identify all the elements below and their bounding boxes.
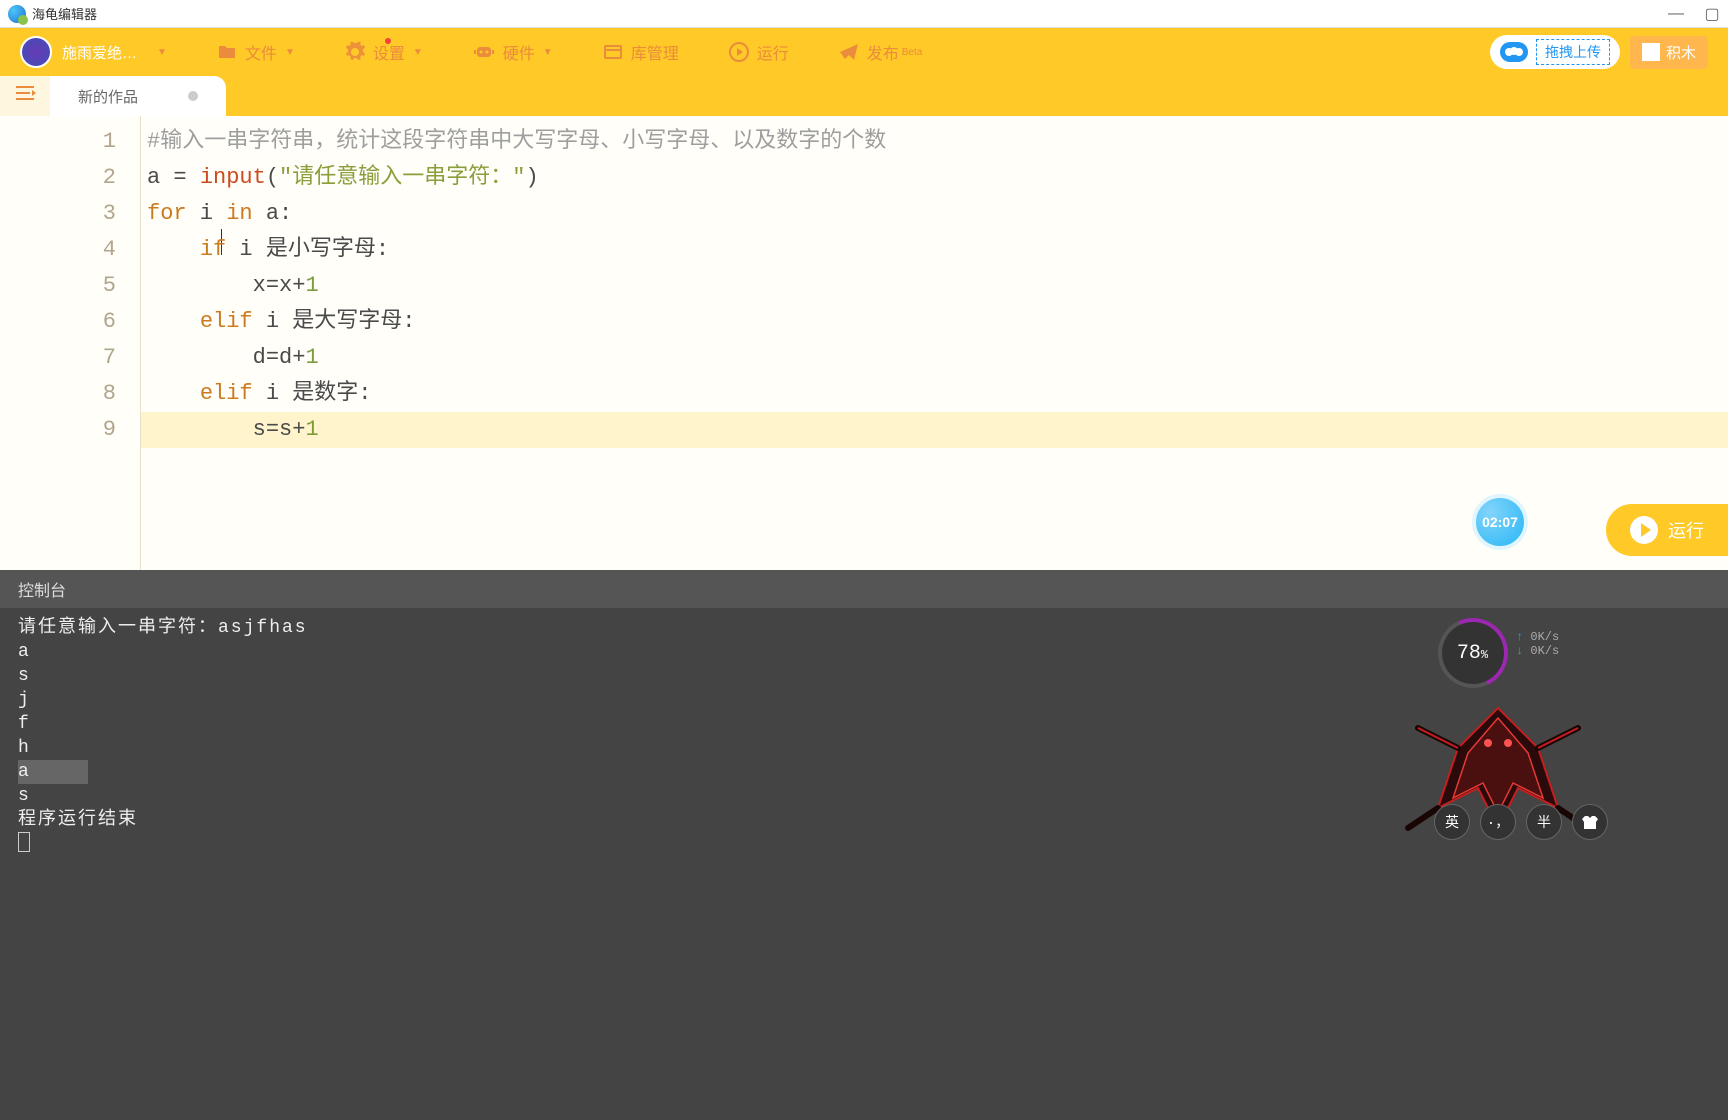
run-label: 运行: [757, 40, 789, 64]
robot-icon: [473, 43, 495, 61]
window-titlebar: 海龟编辑器 — ▢: [0, 0, 1728, 28]
cpu-percent-label: %: [1481, 648, 1488, 662]
tab-label: 新的作品: [78, 86, 138, 107]
timer-badge[interactable]: 02:07: [1472, 494, 1528, 550]
code-line[interactable]: for i in a:: [141, 196, 1728, 232]
line-number: 6: [0, 304, 140, 340]
code-line[interactable]: s=s+1: [141, 412, 1728, 448]
sidebar-toggle-button[interactable]: [0, 76, 50, 116]
line-number: 4: [0, 232, 140, 268]
line-number: 5: [0, 268, 140, 304]
settings-menu[interactable]: 设置 ▼: [345, 40, 423, 64]
code-line[interactable]: x=x+1: [141, 268, 1728, 304]
download-speed: 0K/s: [1530, 644, 1559, 658]
tab-active[interactable]: 新的作品: [50, 76, 226, 116]
app-icon: [8, 5, 26, 23]
hardware-menu[interactable]: 硬件 ▼: [473, 40, 553, 64]
console-output[interactable]: 请任意输入一串字符：asjfhas asjfhas 程序运行结束 78% ↑ 0…: [0, 608, 1728, 1120]
paper-plane-icon: [839, 43, 859, 61]
upload-label: 拖拽上传: [1536, 39, 1610, 65]
notification-dot-icon: [385, 38, 391, 44]
run-floating-label: 运行: [1668, 517, 1704, 543]
gear-icon: [345, 42, 365, 62]
maximize-button[interactable]: ▢: [1704, 6, 1720, 22]
caret-down-icon: ▼: [413, 47, 423, 58]
ime-width-button[interactable]: 半: [1526, 804, 1562, 840]
ime-punct-button[interactable]: ·，: [1480, 804, 1516, 840]
hardware-label: 硬件: [503, 40, 535, 64]
code-line[interactable]: a = input("请任意输入一串字符："): [141, 160, 1728, 196]
tab-unsaved-dot-icon: [188, 91, 198, 101]
box-icon: [603, 44, 623, 60]
library-menu[interactable]: 库管理: [603, 40, 679, 64]
console-title: 控制台: [18, 577, 66, 601]
ime-toolbar: 英 ·， 半: [1434, 804, 1608, 840]
code-line[interactable]: #输入一串字符串，统计这段字符串中大写字母、小写字母、以及数字的个数: [141, 124, 1728, 160]
line-number: 1: [0, 124, 140, 160]
file-menu[interactable]: 文件 ▼: [217, 40, 295, 64]
play-circle-icon: [729, 42, 749, 62]
blocks-icon: [1642, 43, 1660, 61]
network-stats: ↑ 0K/s ↓ 0K/s: [1516, 630, 1559, 658]
upload-speed: 0K/s: [1530, 630, 1559, 644]
minimize-button[interactable]: —: [1668, 6, 1684, 22]
blocks-label: 积木: [1666, 42, 1696, 63]
line-number: 3: [0, 196, 140, 232]
upload-arrow-icon: ↑: [1516, 630, 1523, 644]
blocks-mode-button[interactable]: 积木: [1630, 36, 1708, 69]
code-editor[interactable]: 123456789 #输入一串字符串，统计这段字符串中大写字母、小写字母、以及数…: [0, 116, 1728, 570]
user-name-label: 施雨爱绝…: [62, 42, 137, 63]
code-line[interactable]: elif i 是数字:: [141, 376, 1728, 412]
tab-bar: 新的作品: [0, 76, 1728, 116]
ime-lang-button[interactable]: 英: [1434, 804, 1470, 840]
ime-skin-button[interactable]: [1572, 804, 1608, 840]
app-title: 海龟编辑器: [32, 4, 97, 23]
line-number: 9: [0, 412, 140, 448]
cpu-value: 78: [1457, 642, 1481, 665]
code-line[interactable]: d=d+1: [141, 340, 1728, 376]
user-dropdown-caret-icon[interactable]: ▼: [157, 47, 167, 58]
menu-toggle-icon: [14, 84, 36, 108]
caret-down-icon: ▼: [543, 47, 553, 58]
publish-label: 发布: [867, 40, 899, 64]
folder-icon: [217, 44, 237, 60]
file-label: 文件: [245, 40, 277, 64]
line-number: 7: [0, 340, 140, 376]
main-toolbar: 施雨爱绝… ▼ 文件 ▼ 设置 ▼ 硬件 ▼ 库管理 运行: [0, 28, 1728, 76]
cloud-icon: [1500, 42, 1528, 62]
line-number-gutter: 123456789: [0, 116, 140, 570]
user-avatar[interactable]: [20, 36, 52, 68]
code-line[interactable]: elif i 是大写字母:: [141, 304, 1728, 340]
publish-menu[interactable]: 发布 Beta: [839, 40, 923, 64]
line-number: 2: [0, 160, 140, 196]
caret-down-icon: ▼: [285, 47, 295, 58]
line-number: 8: [0, 376, 140, 412]
play-icon: [1630, 516, 1658, 544]
library-label: 库管理: [631, 40, 679, 64]
console-cursor-icon: [18, 832, 30, 852]
beta-tag: Beta: [902, 47, 923, 58]
run-menu[interactable]: 运行: [729, 40, 789, 64]
download-arrow-icon: ↓: [1516, 644, 1523, 658]
timer-value: 02:07: [1482, 514, 1518, 530]
cloud-upload-button[interactable]: 拖拽上传: [1490, 35, 1620, 69]
code-line[interactable]: if i 是小写字母:: [141, 232, 1728, 268]
console-header: 控制台: [0, 570, 1728, 608]
run-floating-button[interactable]: 运行: [1606, 504, 1728, 556]
